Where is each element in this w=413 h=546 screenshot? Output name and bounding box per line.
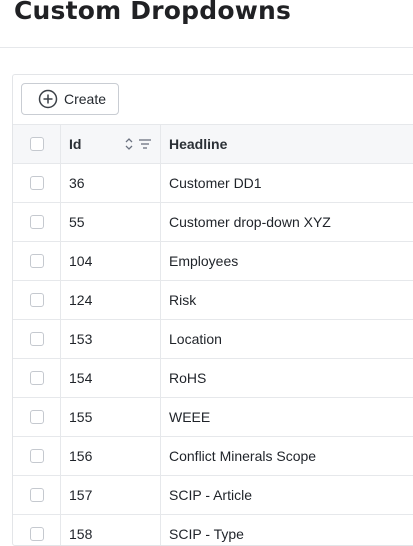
sort-arrows-icon[interactable] <box>124 137 134 151</box>
column-header-id-label: Id <box>69 136 82 152</box>
row-checkbox[interactable] <box>29 449 44 463</box>
row-id-cell: 124 <box>61 281 161 319</box>
row-checkbox[interactable] <box>29 332 44 346</box>
row-headline-cell[interactable]: SCIP - Type <box>161 515 413 545</box>
page-title: Custom Dropdowns <box>14 0 292 25</box>
row-checkbox[interactable] <box>29 410 44 424</box>
row-check-cell <box>13 164 61 202</box>
row-headline-cell[interactable]: SCIP - Article <box>161 476 413 514</box>
row-checkbox[interactable] <box>29 488 44 502</box>
filter-lines-icon[interactable] <box>138 137 152 151</box>
row-id-cell: 36 <box>61 164 161 202</box>
row-check-cell <box>13 320 61 358</box>
row-check-cell <box>13 437 61 475</box>
row-id-cell: 154 <box>61 359 161 397</box>
header-check-cell <box>13 125 61 163</box>
row-check-cell <box>13 281 61 319</box>
row-id-cell: 155 <box>61 398 161 436</box>
row-headline-cell[interactable]: Risk <box>161 281 413 319</box>
row-headline-cell[interactable]: WEEE <box>161 398 413 436</box>
column-header-headline-label: Headline <box>169 136 228 152</box>
table-row[interactable]: 104 Employees <box>13 241 413 280</box>
row-checkbox[interactable] <box>29 254 44 268</box>
row-check-cell <box>13 242 61 280</box>
toolbar: Create <box>13 75 413 124</box>
dropdowns-panel: Create Id Headline 36 Customer DD1 55 Cu… <box>12 74 413 546</box>
row-checkbox[interactable] <box>29 176 44 190</box>
row-checkbox[interactable] <box>29 371 44 385</box>
row-headline-cell[interactable]: Employees <box>161 242 413 280</box>
row-checkbox[interactable] <box>29 293 44 307</box>
plus-circle-icon <box>38 89 58 109</box>
table-row[interactable]: 153 Location <box>13 319 413 358</box>
id-column-controls <box>124 137 152 151</box>
table-row[interactable]: 154 RoHS <box>13 358 413 397</box>
create-button-label: Create <box>64 91 107 107</box>
create-button[interactable]: Create <box>21 83 119 115</box>
column-header-id[interactable]: Id <box>61 125 161 163</box>
table-body: 36 Customer DD1 55 Customer drop-down XYZ 10… <box>13 163 413 545</box>
row-id-cell: 55 <box>61 203 161 241</box>
row-headline-cell[interactable]: Location <box>161 320 413 358</box>
table-row[interactable]: 158 SCIP - Type <box>13 514 413 545</box>
row-check-cell <box>13 476 61 514</box>
row-headline-cell[interactable]: Customer DD1 <box>161 164 413 202</box>
column-header-headline[interactable]: Headline <box>161 125 413 163</box>
row-id-cell: 156 <box>61 437 161 475</box>
title-divider <box>0 47 413 48</box>
row-checkbox[interactable] <box>29 215 44 229</box>
row-headline-cell[interactable]: Customer drop-down XYZ <box>161 203 413 241</box>
row-check-cell <box>13 203 61 241</box>
row-headline-cell[interactable]: Conflict Minerals Scope <box>161 437 413 475</box>
row-id-cell: 104 <box>61 242 161 280</box>
table-header-row: Id Headline <box>13 124 413 163</box>
table-row[interactable]: 156 Conflict Minerals Scope <box>13 436 413 475</box>
row-check-cell <box>13 359 61 397</box>
row-check-cell <box>13 398 61 436</box>
table-row[interactable]: 155 WEEE <box>13 397 413 436</box>
table-row[interactable]: 55 Customer drop-down XYZ <box>13 202 413 241</box>
table-row[interactable]: 157 SCIP - Article <box>13 475 413 514</box>
select-all-checkbox[interactable] <box>29 137 44 151</box>
dropdowns-table: Id Headline 36 Customer DD1 55 Customer … <box>13 124 413 545</box>
row-id-cell: 153 <box>61 320 161 358</box>
row-headline-cell[interactable]: RoHS <box>161 359 413 397</box>
row-check-cell <box>13 515 61 545</box>
table-row[interactable]: 124 Risk <box>13 280 413 319</box>
row-id-cell: 158 <box>61 515 161 545</box>
row-id-cell: 157 <box>61 476 161 514</box>
table-row[interactable]: 36 Customer DD1 <box>13 163 413 202</box>
row-checkbox[interactable] <box>29 527 44 541</box>
